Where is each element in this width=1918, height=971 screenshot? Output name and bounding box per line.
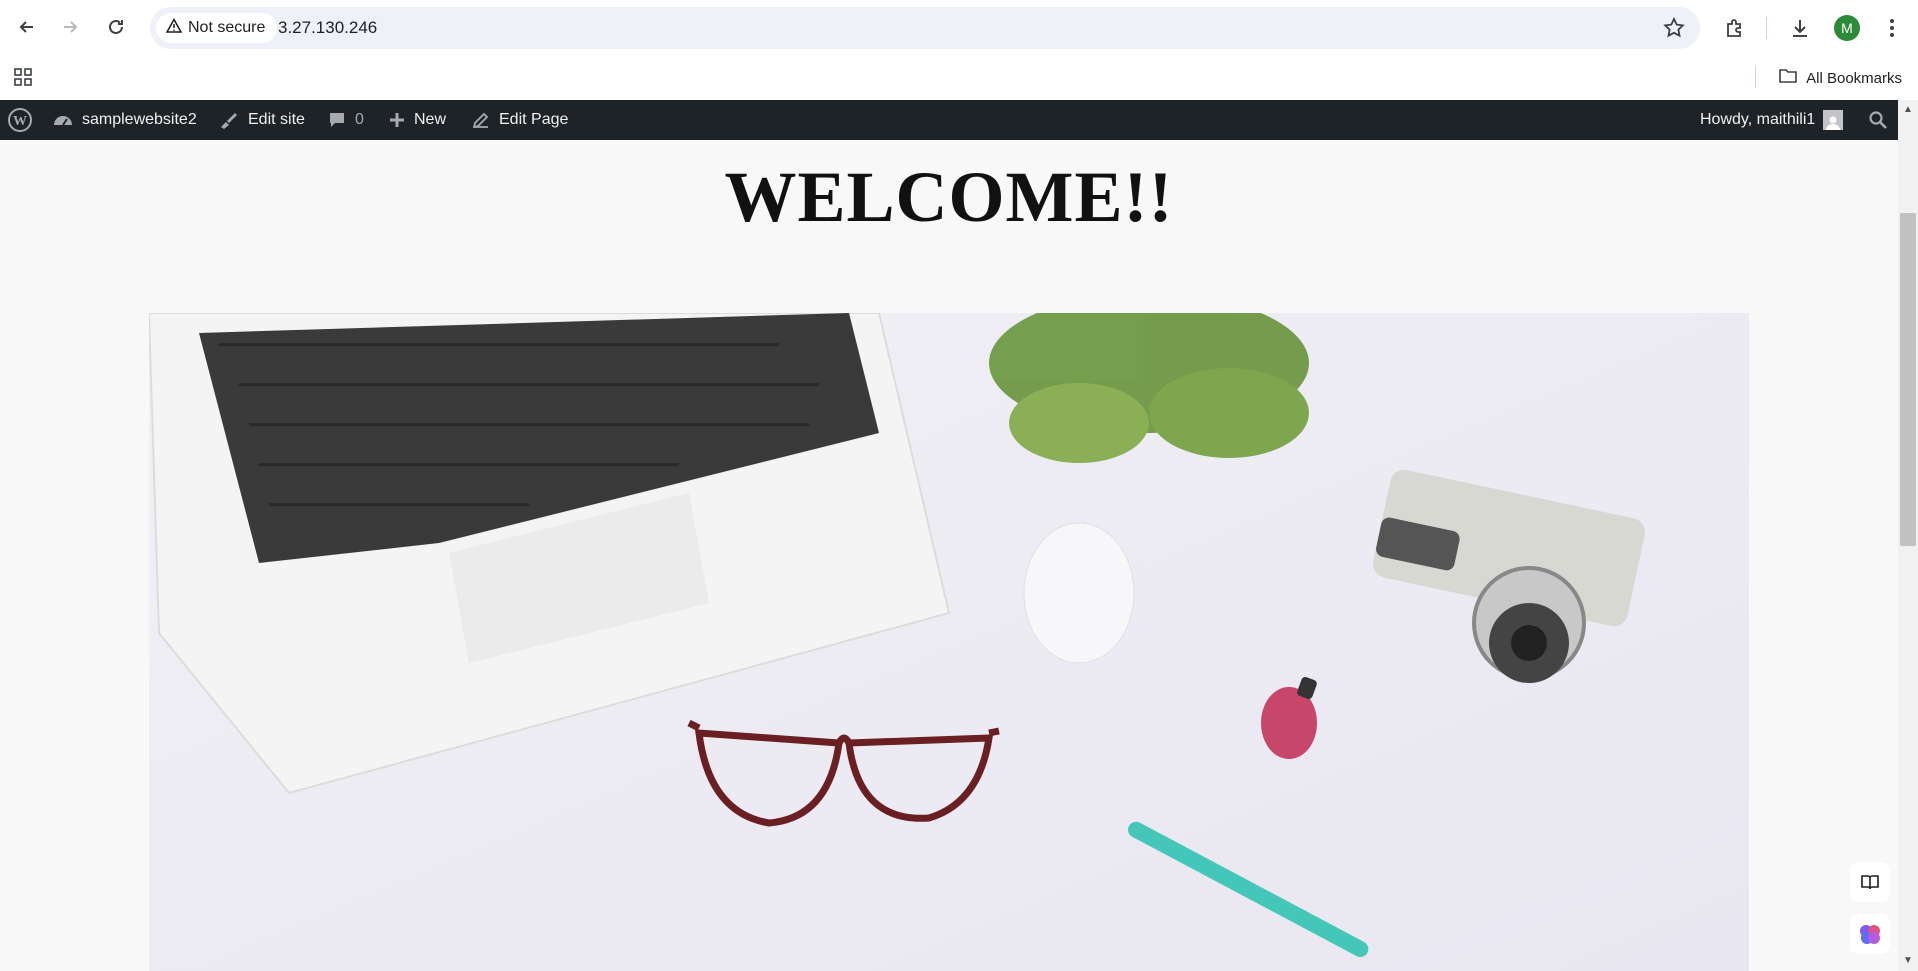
brain-icon[interactable] <box>1850 914 1890 954</box>
comments-count: 0 <box>355 111 364 128</box>
pencil-icon <box>471 110 491 130</box>
wordpress-logo-icon[interactable]: W <box>7 100 33 140</box>
edit-page-link[interactable]: Edit Page <box>471 100 568 140</box>
svg-text:W: W <box>13 114 27 129</box>
kebab-menu-icon[interactable] <box>1878 14 1906 42</box>
hero-image <box>149 313 1749 971</box>
bookmarks-bar: All Bookmarks <box>0 56 1918 100</box>
browser-toolbar: Not secure 3.27.130.246 M <box>0 0 1918 56</box>
all-bookmarks-label: All Bookmarks <box>1806 69 1902 87</box>
plus-icon <box>388 111 406 129</box>
scroll-down-icon[interactable]: ▼ <box>1902 955 1914 967</box>
warning-icon <box>165 17 183 39</box>
star-icon[interactable] <box>1662 16 1686 40</box>
folder-icon <box>1778 67 1798 89</box>
profile-avatar[interactable]: M <box>1834 15 1860 41</box>
page-content: WELCOME!! <box>0 140 1898 971</box>
download-icon[interactable] <box>1786 14 1814 42</box>
dashboard-icon <box>52 110 74 130</box>
puzzle-icon[interactable] <box>1721 14 1749 42</box>
security-label: Not secure <box>188 19 266 36</box>
bookmarks-separator <box>1755 66 1756 88</box>
search-icon[interactable] <box>1868 100 1888 140</box>
avatar <box>1823 110 1844 130</box>
new-content-menu[interactable]: New <box>388 100 446 140</box>
edit-site-label: Edit site <box>248 111 305 128</box>
wp-admin-bar: W samplewebsite2 Edit site 0 New Edit Pa… <box>0 100 1898 140</box>
comments-link[interactable]: 0 <box>327 100 364 140</box>
glass-shape <box>1023 522 1135 664</box>
site-name: samplewebsite2 <box>82 111 197 128</box>
back-arrow-icon[interactable] <box>12 12 42 42</box>
new-label: New <box>414 111 447 128</box>
reload-icon[interactable] <box>101 12 131 42</box>
edit-page-label: Edit Page <box>499 111 569 128</box>
edit-site-link[interactable]: Edit site <box>218 100 305 140</box>
url-text[interactable]: 3.27.130.246 <box>278 18 377 38</box>
apps-grid-icon[interactable] <box>12 66 36 90</box>
page-title: WELCOME!! <box>724 157 1174 237</box>
howdy-text: Howdy, maithili1 <box>1700 111 1816 128</box>
all-bookmarks-button[interactable]: All Bookmarks <box>1778 67 1902 89</box>
site-name-menu[interactable]: samplewebsite2 <box>52 100 197 140</box>
comment-icon <box>327 110 347 130</box>
address-bar[interactable]: Not secure 3.27.130.246 <box>150 7 1700 49</box>
scroll-up-icon[interactable]: ▲ <box>1902 104 1914 116</box>
my-account-menu[interactable]: Howdy, maithili1 <box>1700 100 1844 140</box>
reading-mode-icon[interactable] <box>1850 862 1890 902</box>
forward-arrow-icon[interactable] <box>55 12 85 42</box>
security-chip[interactable]: Not secure <box>156 13 278 43</box>
scrollbar-thumb[interactable] <box>1900 213 1916 546</box>
toolbar-separator <box>1766 17 1767 39</box>
brush-icon <box>218 110 240 130</box>
